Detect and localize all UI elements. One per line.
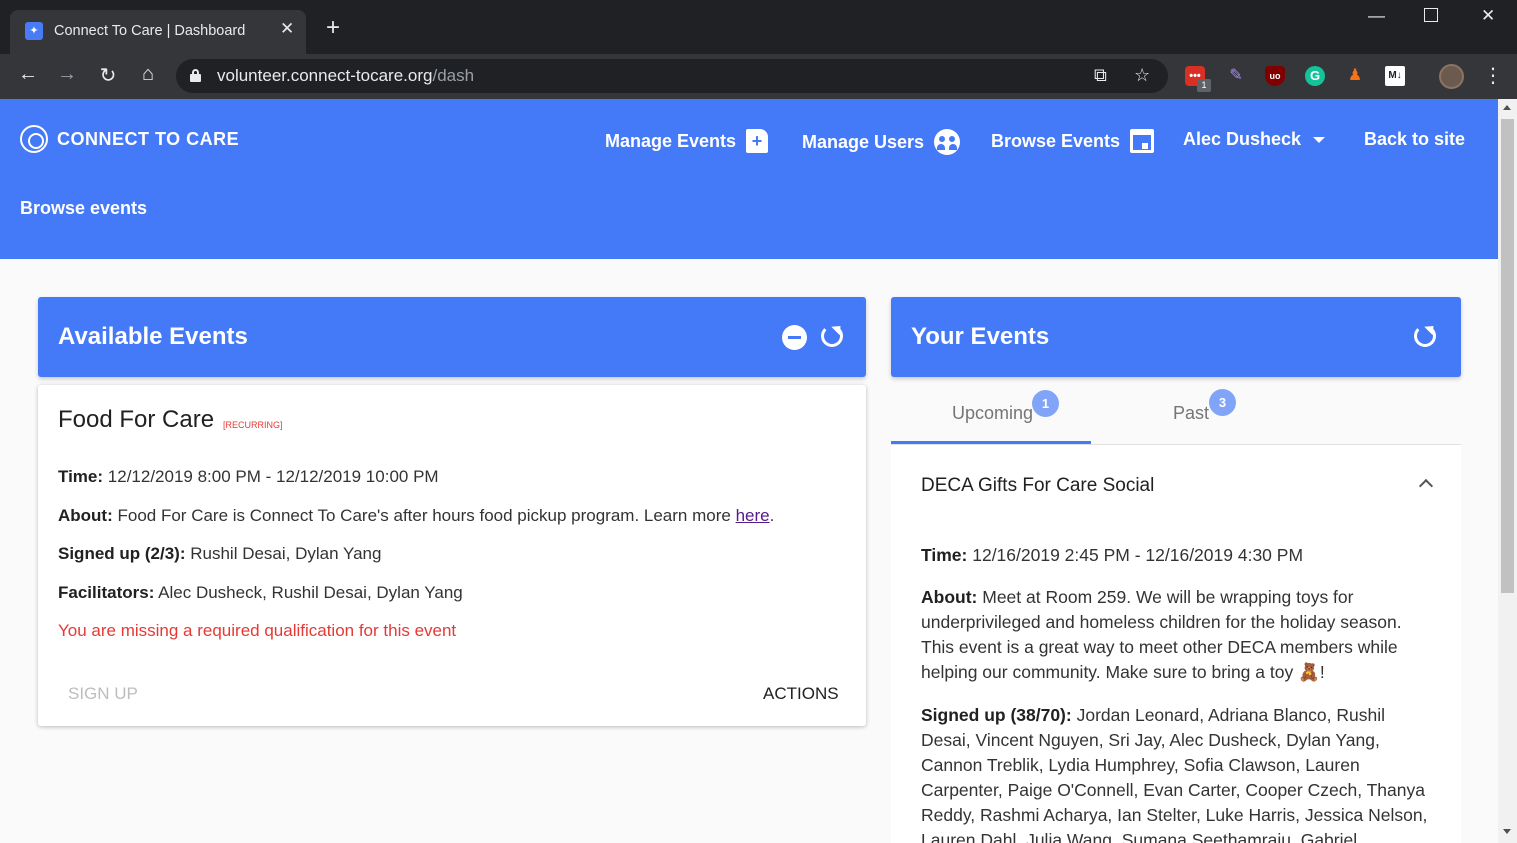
nav-browse-events[interactable]: Browse Events <box>991 129 1155 153</box>
url-text: volunteer.connect-tocare.org/dash <box>217 66 475 85</box>
browser-menu-icon[interactable]: ⋮ <box>1483 63 1503 88</box>
app-header: CONNECT TO CARE Manage Events Manage Use… <box>0 99 1498 259</box>
logo-icon[interactable] <box>20 125 48 153</box>
user-name: Alec Dusheck <box>1183 129 1302 149</box>
scroll-thumb[interactable] <box>1501 119 1514 593</box>
your-event-signed-up: Signed up (38/70): Jordan Leonard, Adria… <box>921 705 1428 843</box>
refresh-icon[interactable] <box>1414 325 1436 347</box>
back-icon[interactable]: ← <box>16 63 40 86</box>
nav-manage-users[interactable]: Manage Users <box>802 129 961 155</box>
grammarly-icon[interactable]: G <box>1305 66 1325 86</box>
available-events-title: Available Events <box>58 323 248 350</box>
forward-icon[interactable]: → <box>55 63 79 86</box>
recurring-tag: [RECURRING] <box>223 420 283 430</box>
browser-tab[interactable]: ✦ Connect To Care | Dashboard ✕ <box>10 10 306 54</box>
user-menu[interactable]: Alec Dusheck <box>1183 129 1326 150</box>
event-about: About: Food For Care is Connect To Care'… <box>58 506 775 525</box>
close-tab-icon[interactable]: ✕ <box>280 19 294 39</box>
add-document-icon <box>746 129 769 153</box>
ublock-icon[interactable]: uo <box>1265 66 1285 86</box>
your-events-title: Your Events <box>911 323 1050 350</box>
home-icon[interactable]: ⌂ <box>136 63 160 86</box>
browser-toolbar: ← → ↻ ⌂ volunteer.connect-tocare.org/das… <box>0 54 1517 99</box>
collapse-icon[interactable] <box>782 325 807 350</box>
lock-icon <box>190 69 201 82</box>
learn-more-link[interactable]: here <box>736 506 770 525</box>
qualification-warning: You are missing a required qualification… <box>58 621 457 640</box>
extension-badge: 1 <box>1197 79 1211 92</box>
bookmark-star-icon[interactable]: ☆ <box>1134 65 1150 86</box>
favicon-icon: ✦ <box>25 22 43 40</box>
reload-icon[interactable]: ↻ <box>96 63 120 88</box>
scroll-down-icon[interactable] <box>1503 829 1511 834</box>
tab-past[interactable]: Past <box>1173 403 1209 424</box>
markdown-extension-icon[interactable]: M↓ <box>1385 66 1405 86</box>
profile-avatar[interactable] <box>1439 64 1464 89</box>
nav-manage-users-label: Manage Users <box>802 131 925 152</box>
your-event-card: DECA Gifts For Care Social Time: 12/16/2… <box>891 445 1461 843</box>
maximize-icon[interactable] <box>1424 8 1438 22</box>
nav-manage-events-label: Manage Events <box>605 130 737 151</box>
event-time: Time: 12/12/2019 8:00 PM - 12/12/2019 10… <box>58 467 439 486</box>
nav-browse-events-label: Browse Events <box>991 130 1121 151</box>
event-title: Food For Care <box>58 406 215 433</box>
caret-down-icon <box>1313 136 1326 143</box>
browser-tab-bar: ✦ Connect To Care | Dashboard ✕ + — ✕ <box>0 0 1517 54</box>
back-to-site-link[interactable]: Back to site <box>1364 129 1465 150</box>
logo-text[interactable]: CONNECT TO CARE <box>57 129 239 150</box>
event-signed-up: Signed up (2/3): Rushil Desai, Dylan Yan… <box>58 544 382 563</box>
event-facilitators: Facilitators: Alec Dusheck, Rushil Desai… <box>58 583 463 602</box>
extension-figure-icon[interactable]: ♟ <box>1345 66 1365 86</box>
scroll-up-icon[interactable] <box>1503 105 1511 110</box>
refresh-icon[interactable] <box>821 325 843 347</box>
open-external-icon[interactable]: ⧉ <box>1094 65 1107 86</box>
tab-upcoming[interactable]: Upcoming <box>952 403 1033 424</box>
tab-title: Connect To Care | Dashboard <box>54 23 246 39</box>
upcoming-count-badge: 1 <box>1032 390 1059 417</box>
your-event-about: About: Meet at Room 259. We will be wrap… <box>921 587 1402 682</box>
page-scrollbar[interactable] <box>1498 99 1517 843</box>
event-card: Food For Care [RECURRING] Time: 12/12/20… <box>38 385 866 726</box>
back-to-site-label: Back to site <box>1364 129 1466 149</box>
users-icon <box>934 129 961 155</box>
your-event-title[interactable]: DECA Gifts For Care Social <box>921 475 1154 497</box>
your-events-header: Your Events <box>891 297 1461 377</box>
new-tab-icon[interactable]: + <box>326 16 340 40</box>
close-window-icon[interactable]: ✕ <box>1481 6 1495 26</box>
active-tab-indicator <box>891 441 1091 444</box>
calendar-icon <box>1130 129 1155 153</box>
actions-button[interactable]: ACTIONS <box>763 684 839 704</box>
nav-manage-events[interactable]: Manage Events <box>605 129 769 153</box>
available-events-header: Available Events <box>38 297 866 377</box>
your-event-time: Time: 12/16/2019 2:45 PM - 12/16/2019 4:… <box>921 545 1304 565</box>
address-bar[interactable]: volunteer.connect-tocare.org/dash ⧉ ☆ <box>176 59 1168 93</box>
chevron-up-icon[interactable] <box>1418 478 1434 494</box>
page-subtitle: Browse events <box>20 198 148 218</box>
past-count-badge: 3 <box>1209 389 1236 416</box>
sign-up-button[interactable]: SIGN UP <box>68 684 138 704</box>
minimize-icon[interactable]: — <box>1368 6 1385 26</box>
extension-feather-icon[interactable]: ✎ <box>1226 66 1246 86</box>
your-events-tabs: Upcoming 1 Past 3 <box>891 385 1461 445</box>
